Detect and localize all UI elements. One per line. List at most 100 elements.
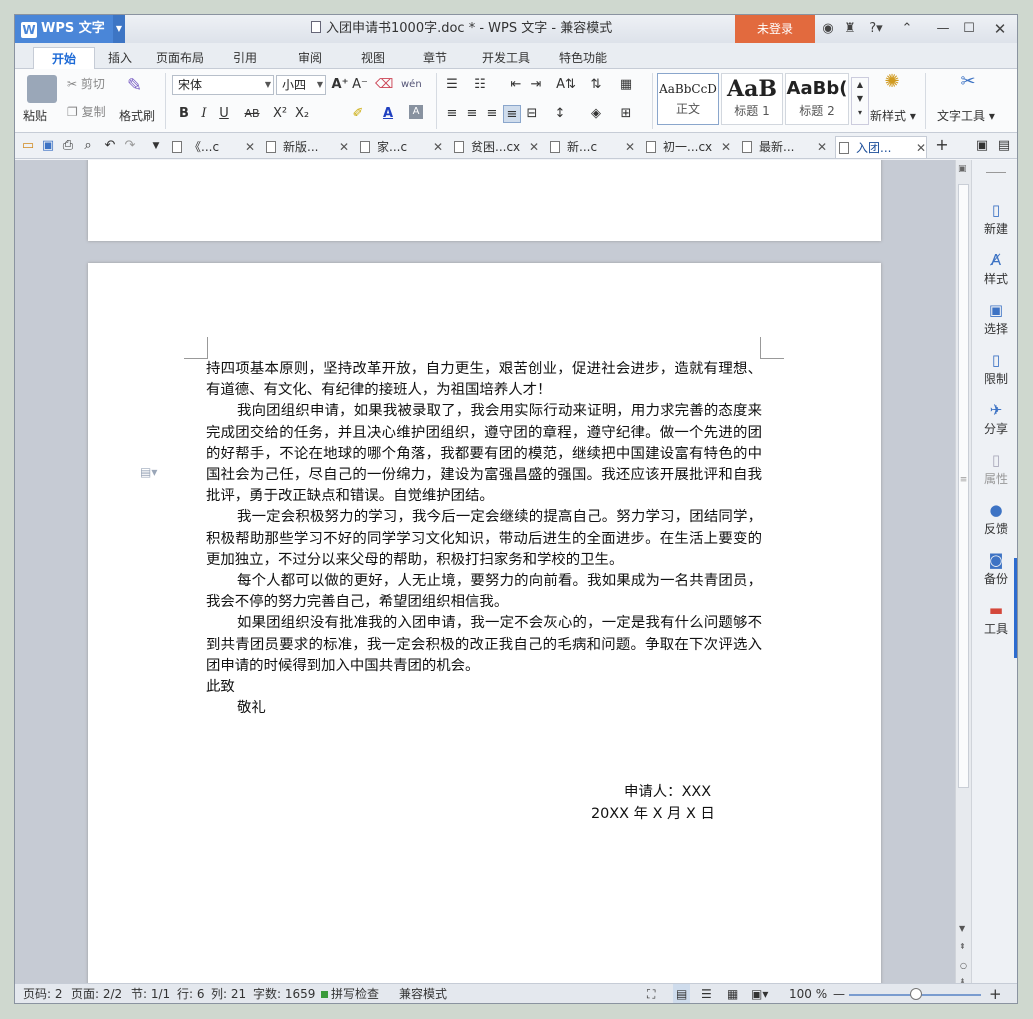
cut-button[interactable]: ✂ 剪切	[67, 75, 105, 92]
skin-icon[interactable]: ◉	[819, 15, 837, 43]
panel-feedback[interactable]: ● 反馈	[972, 500, 1017, 537]
decrease-indent-icon[interactable]: ⇤	[507, 76, 525, 94]
close-icon[interactable]: ✕	[990, 15, 1010, 43]
maximize-icon[interactable]: ☐	[959, 15, 979, 43]
app-menu-dropdown-icon[interactable]: ▼	[113, 15, 125, 43]
select-browse-icon[interactable]: ○	[960, 961, 967, 970]
document-area[interactable]: ▤▾ 持四项基本原则，坚持改革开放，自力更生，艰苦创业，促进社会进步，造就有理想…	[15, 160, 955, 983]
shading-icon[interactable]: ◈	[587, 105, 605, 123]
panel-backup[interactable]: ◙ 备份	[972, 550, 1017, 587]
char-shading-icon[interactable]: A	[409, 105, 423, 119]
doc-tab[interactable]: 初一...cx ✕	[643, 136, 731, 158]
reading-view-icon[interactable]: ▣▾	[751, 984, 768, 1003]
quick-access-dropdown-icon[interactable]: ▼	[147, 137, 165, 155]
panel-expand-handle[interactable]	[1014, 558, 1017, 658]
close-tab-icon[interactable]: ✕	[245, 136, 255, 158]
text-direction-icon[interactable]: A⇅	[553, 76, 579, 94]
close-tab-icon[interactable]: ✕	[916, 137, 926, 159]
text-tools-icon[interactable]: ✂	[955, 73, 981, 91]
tab-home[interactable]: 开始	[33, 47, 95, 69]
doc-tab-active[interactable]: 入团... ✕	[835, 136, 927, 158]
print-preview-icon[interactable]: ⌕	[79, 137, 97, 155]
minimize-icon[interactable]: —	[933, 15, 953, 43]
panel-tools[interactable]: ▬ 工具	[972, 600, 1017, 637]
tab-chapter[interactable]: 章节	[410, 47, 460, 69]
prev-page-icon[interactable]: ⇞	[959, 942, 966, 951]
shirt-icon[interactable]: ♜	[841, 15, 859, 43]
print-icon[interactable]: ⎙	[59, 137, 77, 155]
strikethrough-icon[interactable]: AB	[239, 105, 265, 123]
new-style-icon[interactable]: ✺	[879, 73, 905, 91]
numbering-icon[interactable]: ☷	[471, 76, 489, 94]
distributed-icon[interactable]: ⊟	[523, 105, 541, 123]
underline-icon[interactable]: U	[215, 105, 233, 123]
borders-icon[interactable]: ⊞	[617, 105, 635, 123]
panel-styles[interactable]: A̸ 样式	[972, 250, 1017, 287]
doc-tab[interactable]: 新版... ✕	[263, 136, 349, 158]
app-menu-button[interactable]: W WPS 文字	[15, 15, 125, 43]
close-tab-icon[interactable]: ✕	[817, 136, 827, 158]
superscript-icon[interactable]: X²	[271, 105, 289, 123]
tab-page-layout[interactable]: 页面布局	[145, 47, 215, 69]
phonetic-icon[interactable]: wén	[401, 76, 422, 94]
document-body[interactable]: 持四项基本原则，坚持改革开放，自力更生，艰苦创业，促进社会进步，造就有理想、有道…	[206, 359, 762, 825]
paste-button[interactable]: 粘贴	[23, 107, 47, 124]
paste-icon[interactable]	[27, 75, 57, 103]
bullets-icon[interactable]: ☰	[443, 76, 461, 94]
doc-tab[interactable]: 家...c ✕	[357, 136, 443, 158]
fullscreen-icon[interactable]: ⛶	[647, 984, 655, 1003]
panel-new[interactable]: ▯ 新建	[972, 200, 1017, 237]
vertical-scrollbar[interactable]: ▣ ≡ ▼ ⇞ ○ ⇟	[955, 160, 971, 986]
text-tools-button[interactable]: 文字工具 ▾	[937, 107, 995, 124]
save-icon[interactable]: ▣	[39, 137, 57, 155]
help-icon[interactable]: ?▾	[865, 15, 887, 43]
close-tab-icon[interactable]: ✕	[433, 136, 443, 158]
doc-tab[interactable]: 最新... ✕	[739, 136, 827, 158]
spell-check-toggle[interactable]: 拼写检查	[321, 984, 379, 1003]
page-view-icon[interactable]: ▤	[673, 984, 691, 1003]
tab-view[interactable]: 视图	[348, 47, 398, 69]
open-icon[interactable]: ▭	[19, 137, 37, 155]
web-view-icon[interactable]: ▦	[727, 984, 738, 1003]
doc-tab[interactable]: 贫困...cx ✕	[451, 136, 539, 158]
bold-icon[interactable]: B	[175, 105, 193, 123]
new-tab-icon[interactable]: +	[933, 136, 951, 154]
panel-restrict[interactable]: ▯ 限制	[972, 350, 1017, 387]
scroll-top-icon[interactable]: ▣	[958, 164, 967, 174]
redo-icon[interactable]: ↷	[121, 137, 139, 155]
close-tab-icon[interactable]: ✕	[339, 136, 349, 158]
new-style-button[interactable]: 新样式 ▾	[870, 107, 916, 124]
shrink-font-icon[interactable]: A⁻	[351, 76, 369, 94]
font-name-select[interactable]: 宋体 ▼	[172, 75, 274, 95]
format-painter-icon[interactable]: ✎	[127, 75, 142, 96]
panel-properties[interactable]: ▯ 属性	[972, 450, 1017, 487]
doc-tab[interactable]: 《...c ✕	[169, 136, 255, 158]
zoom-out-icon[interactable]: —	[833, 984, 845, 1003]
zoom-slider-handle[interactable]	[910, 988, 922, 1000]
format-painter-button[interactable]: 格式刷	[119, 107, 155, 124]
tab-developer[interactable]: 开发工具	[473, 47, 539, 69]
zoom-in-icon[interactable]: +	[989, 984, 1002, 1003]
panel-share[interactable]: ✈ 分享	[972, 400, 1017, 437]
increase-indent-icon[interactable]: ⇥	[527, 76, 545, 94]
sort-icon[interactable]: ⇅	[587, 76, 605, 94]
panel-select[interactable]: ▣ 选择	[972, 300, 1017, 337]
close-tab-icon[interactable]: ✕	[625, 136, 635, 158]
copy-button[interactable]: ❐ 复制	[67, 103, 106, 120]
italic-icon[interactable]: I	[195, 105, 213, 123]
style-normal[interactable]: AaBbCcD 正文	[657, 73, 719, 125]
tab-special[interactable]: 特色功能	[550, 47, 616, 69]
close-tab-icon[interactable]: ✕	[529, 136, 539, 158]
tab-menu-icon[interactable]: ▤	[995, 137, 1013, 155]
clear-format-icon[interactable]: ⌫	[375, 76, 393, 94]
highlight-icon[interactable]: ✐	[349, 105, 367, 123]
tab-list-icon[interactable]: ▣	[973, 137, 991, 155]
status-word-count[interactable]: 字数: 1659	[253, 984, 315, 1003]
paragraph-options-icon[interactable]: ▤▾	[140, 465, 157, 479]
align-right-icon[interactable]: ≡	[483, 105, 501, 123]
close-tab-icon[interactable]: ✕	[721, 136, 731, 158]
zoom-level[interactable]: 100 %	[789, 984, 827, 1003]
styles-scroll-icon[interactable]: ▲ ▼ ▾	[851, 77, 869, 125]
login-button[interactable]: 未登录	[735, 15, 815, 43]
doc-tab[interactable]: 新...c ✕	[547, 136, 635, 158]
